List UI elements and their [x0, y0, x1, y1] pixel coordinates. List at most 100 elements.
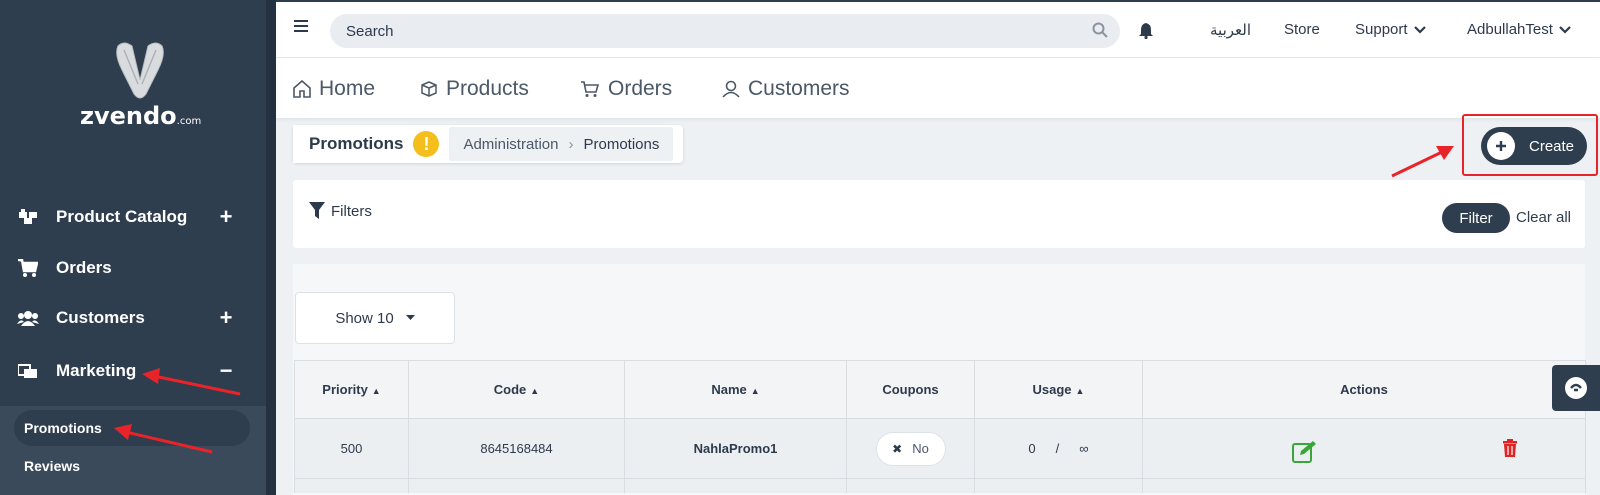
- sidebar-item-marketing[interactable]: Marketing −: [16, 356, 236, 386]
- tab-label: Home: [319, 77, 376, 100]
- cart-icon: [16, 258, 40, 278]
- cell-priority: 500: [294, 418, 409, 479]
- tab-customers[interactable]: Customers: [722, 76, 850, 102]
- tab-orders[interactable]: Orders: [580, 76, 672, 102]
- breadcrumb-current: Promotions: [583, 135, 660, 153]
- column-code[interactable]: Code ▲︎: [408, 360, 625, 419]
- column-actions: Actions: [1142, 360, 1586, 419]
- marketing-icon: [16, 361, 40, 381]
- filters-panel: Filters Filter Clear all: [293, 180, 1585, 248]
- user-name: AdbullahTest: [1467, 21, 1553, 38]
- tab-label: Orders: [608, 77, 673, 100]
- delete-icon[interactable]: [1502, 439, 1518, 457]
- page-size-select[interactable]: Show 10: [295, 292, 455, 344]
- sidebar: zvendo.com Product Catalog + Orders Cust…: [0, 0, 276, 495]
- coupons-toggle[interactable]: ✖ No: [875, 431, 946, 466]
- breadcrumb: Promotions ! Administration › Promotions: [293, 125, 683, 163]
- usage-limit: ∞: [1079, 441, 1089, 456]
- sidebar-item-product-catalog[interactable]: Product Catalog +: [16, 202, 236, 232]
- filters-label: Filters: [331, 202, 372, 220]
- clear-all-link[interactable]: Clear all: [1516, 209, 1571, 226]
- promotions-table: Priority ▲ Code ▲︎ Name ▲︎ Coupons Usage ▲︎ …: [294, 360, 1586, 493]
- chat-widget-tab[interactable]: [1552, 365, 1600, 411]
- sort-icon: ▲︎: [1075, 386, 1085, 396]
- filters-toggle[interactable]: Filters: [309, 202, 372, 220]
- x-icon: ✖: [892, 441, 903, 456]
- store-link[interactable]: Store: [1284, 21, 1320, 38]
- page-title: Promotions: [293, 125, 404, 163]
- create-button[interactable]: Create: [1481, 127, 1587, 165]
- filter-icon: [309, 202, 325, 219]
- usage-separator: /: [1055, 441, 1060, 456]
- table-header-row: Priority ▲ Code ▲︎ Name ▲︎ Coupons Usage ▲︎ …: [294, 360, 1586, 419]
- sidebar-edge: [266, 0, 276, 495]
- sidebar-item-customers[interactable]: Customers +: [16, 303, 236, 333]
- brand-name: zvendo.com: [80, 102, 202, 130]
- chat-icon: [1565, 377, 1587, 399]
- column-priority[interactable]: Priority ▲: [294, 360, 409, 419]
- table-row: [294, 478, 1586, 493]
- cell-name: NahlaPromo1: [624, 418, 847, 479]
- home-icon: [293, 80, 311, 98]
- sidebar-item-label: Customers: [56, 308, 145, 327]
- plus-circle-icon: [1487, 132, 1515, 160]
- box-icon: [420, 80, 438, 98]
- sidebar-subitem-reviews[interactable]: Reviews: [14, 448, 250, 484]
- chevron-down-icon: [1559, 25, 1571, 34]
- search-input[interactable]: [330, 14, 1120, 48]
- chevron-right-icon: ›: [568, 135, 574, 153]
- search-icon[interactable]: [1092, 22, 1108, 38]
- cell-code: 8645168484: [408, 418, 625, 479]
- create-button-label: Create: [1529, 137, 1575, 155]
- sidebar-item-label: Marketing: [56, 361, 137, 380]
- coupons-value: No: [912, 441, 929, 456]
- filter-button[interactable]: Filter: [1442, 203, 1510, 233]
- breadcrumb-administration[interactable]: Administration: [463, 136, 558, 153]
- logo-icon: [116, 42, 164, 99]
- sidebar-item-label: Orders: [56, 258, 112, 277]
- cart-icon: [580, 80, 600, 98]
- user-icon: [722, 80, 740, 98]
- tab-home[interactable]: Home: [293, 76, 375, 102]
- sort-icon: ▲︎: [750, 386, 760, 396]
- caret-down-icon: [405, 315, 415, 320]
- sidebar-subitem-promotions[interactable]: Promotions: [14, 410, 250, 446]
- support-menu[interactable]: Support: [1355, 21, 1426, 38]
- main-tabs: Home Products Orders Customers: [276, 58, 1600, 118]
- usage-used: 0: [1028, 441, 1036, 456]
- cell-actions: [1142, 418, 1586, 479]
- sort-asc-icon: ▲: [371, 386, 381, 396]
- menu-icon[interactable]: [294, 20, 308, 34]
- breadcrumb-trail: Administration › Promotions: [449, 127, 674, 161]
- column-name[interactable]: Name ▲︎: [624, 360, 847, 419]
- bell-icon[interactable]: [1138, 22, 1154, 39]
- tab-label: Customers: [748, 77, 850, 100]
- sidebar-item-orders[interactable]: Orders: [16, 253, 236, 283]
- annotation-arrow-create: [1391, 146, 1454, 178]
- users-icon: [16, 308, 40, 328]
- table-row: 500 8645168484 NahlaPromo1 ✖ No 0 / ∞: [294, 418, 1586, 479]
- warning-icon[interactable]: !: [413, 131, 440, 157]
- tab-products[interactable]: Products: [420, 76, 529, 102]
- collapse-icon[interactable]: −: [216, 358, 236, 384]
- edit-icon[interactable]: [1292, 439, 1318, 463]
- top-bar: العربية Store Support AdbullahTest: [276, 0, 1600, 58]
- brand-logo[interactable]: zvendo.com: [80, 40, 202, 130]
- cell-usage: 0 / ∞: [974, 418, 1143, 479]
- column-usage[interactable]: Usage ▲︎: [974, 360, 1143, 419]
- language-link[interactable]: العربية: [1210, 21, 1251, 39]
- chevron-down-icon: [1413, 25, 1426, 34]
- sort-icon: ▲︎: [530, 386, 540, 396]
- column-coupons: Coupons: [846, 360, 975, 419]
- page-size-value: Show 10: [335, 309, 394, 327]
- tab-label: Products: [446, 77, 529, 100]
- user-menu[interactable]: AdbullahTest: [1467, 21, 1571, 38]
- marketing-submenu: Promotions Reviews: [0, 406, 266, 495]
- boxes-icon: [16, 207, 40, 227]
- cell-coupons: ✖ No: [846, 418, 975, 479]
- page-title-text: Promotions: [309, 134, 404, 153]
- support-label: Support: [1355, 21, 1408, 38]
- expand-icon[interactable]: +: [216, 204, 236, 230]
- expand-icon[interactable]: +: [216, 305, 236, 331]
- sidebar-item-label: Product Catalog: [56, 207, 188, 226]
